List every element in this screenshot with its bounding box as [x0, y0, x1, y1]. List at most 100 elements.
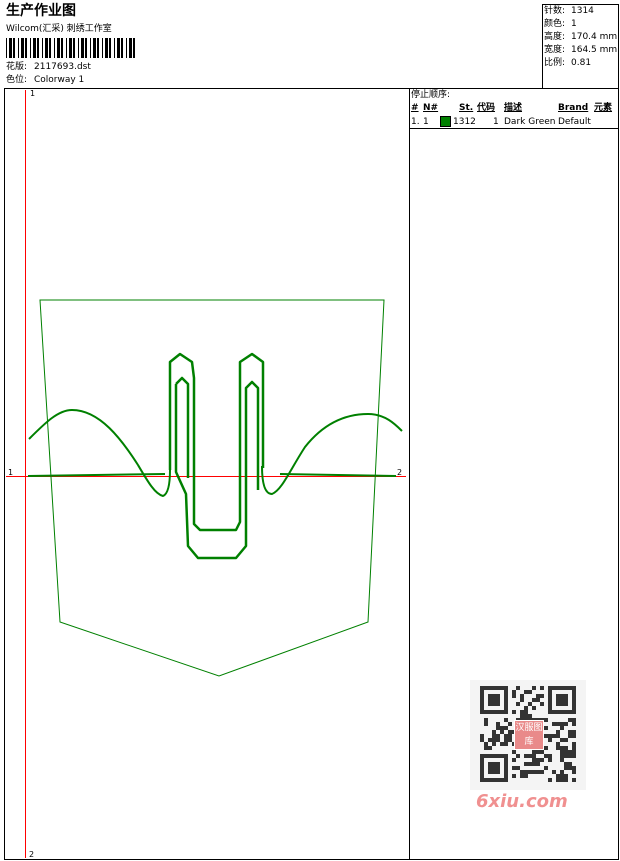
qr-module — [560, 770, 564, 774]
qr-module — [524, 774, 528, 778]
qr-module — [536, 758, 540, 762]
qr-module — [528, 754, 532, 758]
qr-module — [524, 690, 528, 694]
qr-module — [552, 722, 556, 726]
qr-module — [568, 730, 572, 734]
qr-module — [548, 758, 552, 762]
qr-module — [524, 714, 528, 718]
qr-module — [532, 770, 536, 774]
sequence-title: 停止顺序: — [411, 90, 451, 100]
pocket-outline — [39, 299, 385, 677]
row-code: 1 — [493, 117, 499, 127]
qr-module — [568, 734, 572, 738]
row-brand: Default — [558, 117, 591, 127]
qr-module — [568, 718, 572, 722]
qr-module — [568, 766, 572, 770]
qr-module — [568, 762, 572, 766]
qr-module — [496, 734, 500, 738]
qr-module — [484, 746, 488, 750]
qr-module — [484, 742, 488, 746]
watermark-panel: 汉服图库 — [470, 680, 586, 790]
qr-module — [572, 778, 576, 782]
qr-module — [536, 762, 540, 766]
qr-module — [572, 770, 576, 774]
qr-module — [568, 750, 572, 754]
qr-module — [512, 750, 516, 754]
color-swatch — [440, 116, 451, 127]
watermark-seal-text: 汉服图库 — [515, 723, 543, 747]
qr-module — [528, 690, 532, 694]
qr-module — [492, 734, 496, 738]
qr-module — [492, 742, 496, 746]
qr-module — [544, 746, 548, 750]
row-index: 1. — [411, 117, 420, 127]
qr-module — [520, 694, 524, 698]
qr-module — [508, 722, 512, 726]
col-needle: N# — [423, 103, 439, 113]
qr-module — [536, 750, 540, 754]
col-element: 元素 — [594, 103, 613, 113]
qr-module — [532, 750, 536, 754]
qr-module — [540, 694, 544, 698]
axis-left-label: 1 — [8, 468, 14, 477]
qr-module — [544, 718, 548, 722]
qr-module — [560, 722, 564, 726]
qr-module — [564, 754, 568, 758]
axis-bottom-label: 2 — [29, 850, 35, 859]
qr-module — [564, 762, 568, 766]
qr-module — [544, 766, 548, 770]
qr-module — [560, 758, 564, 762]
row-description: Dark Green — [504, 117, 556, 127]
qr-module — [540, 770, 544, 774]
qr-module — [564, 722, 568, 726]
qr-module — [524, 762, 528, 766]
qr-module — [556, 774, 560, 778]
qr-module — [540, 686, 544, 690]
qr-module — [504, 738, 508, 742]
qr-module — [560, 726, 564, 730]
qr-module — [556, 730, 560, 734]
qr-module — [536, 770, 540, 774]
qr-module — [516, 686, 520, 690]
qr-module — [488, 738, 492, 742]
qr-module — [484, 718, 488, 722]
qr-module — [560, 750, 564, 754]
qr-module — [496, 726, 500, 730]
inner-loop-tip — [175, 376, 190, 478]
row-needle: 1 — [423, 117, 429, 127]
qr-module — [484, 722, 488, 726]
qr-module — [564, 750, 568, 754]
qr-module — [516, 754, 520, 758]
qr-module — [556, 734, 560, 738]
qr-module — [512, 690, 516, 694]
qr-module — [524, 754, 528, 758]
qr-module — [520, 774, 524, 778]
qr-module — [548, 734, 552, 738]
qr-module — [556, 742, 560, 746]
qr-module — [520, 770, 524, 774]
qr-module — [568, 754, 572, 758]
qr-module — [572, 734, 576, 738]
qr-module — [572, 750, 576, 754]
qr-module — [560, 738, 564, 742]
qr-module — [552, 734, 556, 738]
qr-module — [536, 698, 540, 702]
qr-module — [556, 722, 560, 726]
qr-module — [544, 726, 548, 730]
qr-module — [512, 694, 516, 698]
qr-module — [512, 758, 516, 762]
qr-module — [516, 702, 520, 706]
qr-module — [508, 734, 512, 738]
qr-module — [532, 698, 536, 702]
qr-module — [504, 726, 508, 730]
qr-module — [488, 746, 492, 750]
qr-module — [572, 718, 576, 722]
qr-module — [540, 750, 544, 754]
production-worksheet: 生产作业图 Wilcom(汇采) 刺绣工作室 花版: 2117693.dst 色… — [0, 0, 620, 861]
qr-module — [572, 766, 576, 770]
qr-module — [504, 742, 508, 746]
qr-module — [540, 702, 544, 706]
qr-finder — [488, 694, 500, 706]
qr-module — [564, 778, 568, 782]
col-stitches: St. — [459, 103, 474, 113]
